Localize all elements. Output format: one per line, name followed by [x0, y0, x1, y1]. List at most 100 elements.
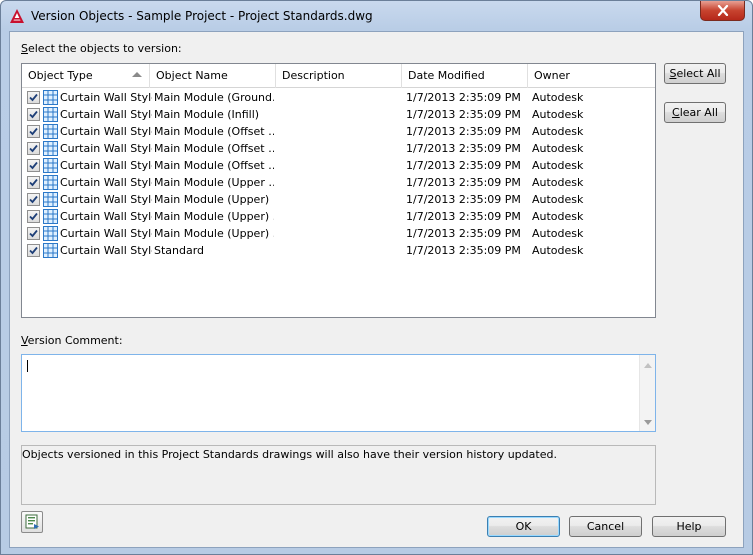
table-row[interactable]: Curtain Wall Style Main Module (Upper … 1/… [22, 174, 655, 191]
row-checkbox[interactable] [27, 227, 40, 240]
cell-owner: Autodesk [532, 125, 584, 138]
dialog-client: Select the objects to version: Object Ty… [9, 31, 744, 548]
cell-object-type: Curtain Wall Style [60, 159, 152, 172]
select-objects-label: Select the objects to version: [21, 42, 182, 55]
objects-list[interactable]: Object Type Object Name Description Date… [21, 63, 656, 318]
checkmark-icon [29, 229, 38, 238]
cell-owner: Autodesk [532, 176, 584, 189]
checkmark-icon [29, 178, 38, 187]
cell-date-modified: 1/7/2013 2:35:09 PM [406, 210, 521, 223]
dialog-window: Version Objects - Sample Project - Proje… [0, 0, 753, 555]
checkmark-icon [29, 195, 38, 204]
cancel-button[interactable]: Cancel [569, 516, 642, 537]
cell-description [280, 174, 400, 191]
row-checkbox[interactable] [27, 142, 40, 155]
cell-description [280, 191, 400, 208]
cell-description [280, 89, 400, 106]
scroll-up-icon[interactable] [644, 363, 652, 368]
export-report-button[interactable] [21, 511, 43, 533]
cell-date-modified: 1/7/2013 2:35:09 PM [406, 142, 521, 155]
column-date-modified[interactable]: Date Modified [402, 64, 528, 88]
cell-description [280, 106, 400, 123]
checkmark-icon [29, 246, 38, 255]
cell-object-name: Main Module (Upper) [154, 193, 270, 206]
export-report-icon [25, 514, 39, 529]
close-button[interactable] [700, 1, 745, 21]
version-comment-input[interactable] [21, 354, 656, 432]
ok-button[interactable]: OK [487, 516, 560, 537]
cell-description [280, 242, 400, 259]
cell-object-name: Standard [154, 244, 205, 257]
cell-description [280, 225, 400, 242]
cell-object-name: Main Module (Infill) [154, 108, 260, 121]
cell-owner: Autodesk [532, 244, 584, 257]
row-checkbox[interactable] [27, 91, 40, 104]
curtain-wall-style-icon [43, 226, 58, 241]
row-checkbox[interactable] [27, 176, 40, 189]
close-icon [717, 5, 728, 16]
table-row[interactable]: Curtain Wall Style Standard 1/7/2013 2:35:… [22, 242, 655, 259]
checkmark-icon [29, 144, 38, 153]
column-owner[interactable]: Owner [528, 64, 655, 88]
cell-object-type: Curtain Wall Style [60, 108, 152, 121]
column-description[interactable]: Description [276, 64, 402, 88]
row-checkbox[interactable] [27, 244, 40, 257]
curtain-wall-style-icon [43, 192, 58, 207]
clear-all-button[interactable]: Clear All [664, 102, 726, 123]
table-row[interactable]: Curtain Wall Style Main Module (Ground… 1/… [22, 89, 655, 106]
table-row[interactable]: Curtain Wall Style Main Module (Upper) … 1… [22, 208, 655, 225]
curtain-wall-style-icon [43, 243, 58, 258]
help-button[interactable]: Help [652, 516, 726, 537]
cell-owner: Autodesk [532, 159, 584, 172]
cell-date-modified: 1/7/2013 2:35:09 PM [406, 176, 521, 189]
checkmark-icon [29, 212, 38, 221]
cell-object-type: Curtain Wall Style [60, 227, 152, 240]
cell-object-name: Main Module (Upper … [154, 176, 274, 189]
cell-description [280, 157, 400, 174]
table-row[interactable]: Curtain Wall Style Main Module (Offset … 1… [22, 140, 655, 157]
list-header: Object Type Object Name Description Date… [22, 64, 655, 88]
curtain-wall-style-icon [43, 90, 58, 105]
cell-object-type: Curtain Wall Style [60, 91, 152, 104]
table-row[interactable]: Curtain Wall Style Main Module (Offset … 1… [22, 157, 655, 174]
checkmark-icon [29, 161, 38, 170]
cell-date-modified: 1/7/2013 2:35:09 PM [406, 193, 521, 206]
cell-owner: Autodesk [532, 227, 584, 240]
curtain-wall-style-icon [43, 141, 58, 156]
sort-ascending-icon [132, 72, 142, 77]
comment-scrollbar[interactable] [639, 355, 655, 431]
checkmark-icon [29, 127, 38, 136]
checkmark-icon [29, 93, 38, 102]
row-checkbox[interactable] [27, 125, 40, 138]
table-row[interactable]: Curtain Wall Style Main Module (Offset … 1… [22, 123, 655, 140]
cell-object-name: Main Module (Upper) … [154, 210, 274, 223]
row-checkbox[interactable] [27, 159, 40, 172]
table-row[interactable]: Curtain Wall Style Main Module (Upper) … 1… [22, 225, 655, 242]
cell-date-modified: 1/7/2013 2:35:09 PM [406, 227, 521, 240]
autocad-app-icon [10, 9, 24, 23]
scroll-down-icon[interactable] [644, 420, 652, 425]
cell-object-name: Main Module (Ground… [154, 91, 274, 104]
cell-owner: Autodesk [532, 91, 584, 104]
cell-date-modified: 1/7/2013 2:35:09 PM [406, 125, 521, 138]
table-row[interactable]: Curtain Wall Style Main Module (Upper) 1/7… [22, 191, 655, 208]
column-object-name[interactable]: Object Name [150, 64, 276, 88]
cell-date-modified: 1/7/2013 2:35:09 PM [406, 91, 521, 104]
info-panel: Objects versioned in this Project Standa… [21, 445, 656, 505]
curtain-wall-style-icon [43, 158, 58, 173]
version-comment-label: Version Comment: [21, 334, 123, 347]
cell-object-type: Curtain Wall Style [60, 193, 152, 206]
row-checkbox[interactable] [27, 193, 40, 206]
column-object-type[interactable]: Object Type [22, 64, 150, 88]
cell-object-type: Curtain Wall Style [60, 125, 152, 138]
row-checkbox[interactable] [27, 210, 40, 223]
text-caret [27, 360, 28, 372]
select-all-button[interactable]: Select All [664, 63, 726, 84]
window-title: Version Objects - Sample Project - Proje… [31, 9, 373, 23]
cell-object-name: Main Module (Offset … [154, 142, 274, 155]
row-checkbox[interactable] [27, 108, 40, 121]
title-bar[interactable]: Version Objects - Sample Project - Proje… [1, 1, 752, 31]
curtain-wall-style-icon [43, 175, 58, 190]
table-row[interactable]: Curtain Wall Style Main Module (Infill) 1/… [22, 106, 655, 123]
curtain-wall-style-icon [43, 209, 58, 224]
